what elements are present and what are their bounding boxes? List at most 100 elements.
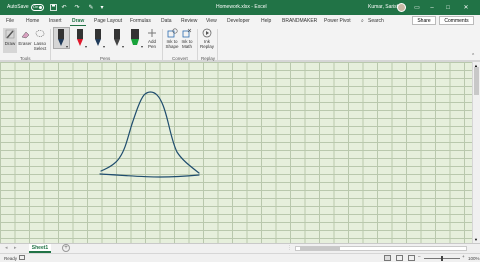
comments-button-label: Comments xyxy=(444,17,469,24)
pen-4-dropdown-icon[interactable]: ▾ xyxy=(122,44,124,49)
draw-tool-label: Draw xyxy=(4,41,16,46)
window-title: Homework.xlsx - Excel xyxy=(216,4,267,10)
zoom-out-icon[interactable]: – xyxy=(418,254,421,259)
pen-4-tip xyxy=(114,39,120,46)
highlighter-icon[interactable] xyxy=(130,29,140,47)
tab-view[interactable]: View xyxy=(206,18,217,24)
ink-to-math-icon xyxy=(182,28,191,38)
pen-1-dropdown-icon[interactable]: ▾ xyxy=(66,44,68,49)
ink-to-shape-label-2: Shape xyxy=(165,44,179,49)
minimize-icon[interactable]: – xyxy=(428,3,436,12)
ribbon-display-icon[interactable]: ▭ xyxy=(413,3,421,12)
share-button[interactable]: Share xyxy=(412,16,436,25)
pen-3-icon[interactable] xyxy=(94,29,102,47)
tab-developer[interactable]: Developer xyxy=(227,18,250,24)
pen-3-tip xyxy=(95,39,101,46)
autosave-state: On xyxy=(33,4,39,9)
draw-tool-button[interactable]: Draw xyxy=(3,28,17,53)
ink-to-shape-button[interactable]: Ink to Shape xyxy=(165,28,179,53)
undo-icon[interactable]: ↶ xyxy=(60,3,68,12)
ink-replay-label-2: Replay xyxy=(200,44,215,49)
add-pen-button[interactable]: Add Pen xyxy=(145,28,159,53)
eraser-icon xyxy=(21,31,30,39)
search-icon[interactable]: ⌕ xyxy=(361,18,364,24)
group-separator xyxy=(197,29,198,60)
tab-brandmaker[interactable]: BRANDMAKER xyxy=(282,18,317,24)
share-button-label: Share xyxy=(417,17,431,24)
save-icon[interactable] xyxy=(49,3,57,12)
customize-toolbar-icon[interactable]: ▾ xyxy=(99,3,105,12)
pen-1-tip xyxy=(58,39,64,46)
eraser-label: Eraser xyxy=(18,41,32,46)
status-ready: Ready xyxy=(4,256,18,261)
tab-draw[interactable]: Draw xyxy=(72,18,84,24)
lasso-icon xyxy=(35,30,45,37)
horizontal-scrollbar[interactable] xyxy=(295,246,467,251)
tab-page-layout[interactable]: Page Layout xyxy=(94,18,122,24)
status-bar: Ready – + 100% xyxy=(0,253,480,262)
vertical-scrollbar[interactable]: ▲ ▼ xyxy=(472,62,480,243)
tab-review[interactable]: Review xyxy=(181,18,197,24)
pen-4-icon[interactable] xyxy=(113,29,121,47)
pen-2-icon[interactable] xyxy=(76,29,84,47)
title-bar: AutoSave On ↶ ↷ ✎ ▾ Homework.xlsx - Exce… xyxy=(0,0,480,15)
highlighter-dropdown-icon[interactable]: ▾ xyxy=(141,44,143,49)
horizontal-scroll-split-icon[interactable]: ⋮ xyxy=(287,245,292,251)
lasso-label-2: Select xyxy=(33,46,47,51)
ink-to-math-label-2: Math xyxy=(181,44,192,49)
normal-view-icon[interactable] xyxy=(384,255,391,261)
zoom-in-icon[interactable]: + xyxy=(462,254,465,259)
scroll-down-icon[interactable]: ▼ xyxy=(474,237,478,242)
tab-data[interactable]: Data xyxy=(161,18,172,24)
ink-to-shape-icon xyxy=(167,28,178,38)
tab-power-pivot[interactable]: Power Pivot xyxy=(324,18,351,24)
group-separator xyxy=(217,29,218,60)
pen-2-tip xyxy=(77,39,83,46)
tab-home[interactable]: Home xyxy=(26,18,39,24)
eraser-button[interactable]: Eraser xyxy=(18,28,32,53)
lasso-select-button[interactable]: Lasso Select xyxy=(33,28,47,53)
page-break-view-icon[interactable] xyxy=(408,255,415,261)
tab-insert[interactable]: Insert xyxy=(49,18,62,24)
app-name: Excel xyxy=(254,4,267,10)
search-box[interactable]: Search xyxy=(368,18,384,24)
add-icon xyxy=(148,29,156,37)
ink-replay-button[interactable]: Ink Replay xyxy=(200,28,214,53)
tab-formulas[interactable]: Formulas xyxy=(130,18,151,24)
format-painter-icon[interactable]: ✎ xyxy=(86,3,96,12)
zoom-level[interactable]: 100% xyxy=(468,256,480,261)
add-pen-label-2: Pen xyxy=(147,44,156,49)
collapse-ribbon-icon[interactable]: ⌃ xyxy=(471,54,475,59)
redo-icon[interactable]: ↷ xyxy=(73,3,81,12)
sheet-tab-sheet1[interactable]: Sheet1 xyxy=(29,244,51,253)
pen-1-icon[interactable] xyxy=(57,29,65,47)
pen-2-dropdown-icon[interactable]: ▾ xyxy=(85,44,87,49)
file-name: Homework.xlsx xyxy=(216,4,250,10)
maximize-icon[interactable]: □ xyxy=(444,3,452,12)
worksheet-grid[interactable] xyxy=(0,62,472,243)
sheet-tab-label: Sheet1 xyxy=(31,244,49,251)
pen-3-dropdown-icon[interactable]: ▾ xyxy=(103,44,105,49)
zoom-slider-thumb[interactable] xyxy=(441,256,443,261)
next-sheet-icon[interactable]: ▸ xyxy=(14,245,17,251)
highlighter-tip xyxy=(131,39,139,45)
prev-sheet-icon[interactable]: ◂ xyxy=(5,245,8,251)
sheet-tab-bar: ◂ ▸ Sheet1 + ⋮ xyxy=(0,243,480,253)
vertical-scroll-thumb[interactable] xyxy=(474,67,479,95)
group-separator xyxy=(50,29,51,60)
tab-help[interactable]: Help xyxy=(261,18,271,24)
close-icon[interactable]: ✕ xyxy=(462,3,470,12)
autosave-label: AutoSave xyxy=(7,4,29,10)
ink-replay-icon xyxy=(202,28,212,38)
macro-record-icon[interactable] xyxy=(19,255,25,260)
horizontal-scroll-thumb[interactable] xyxy=(300,247,340,250)
ink-to-math-button[interactable]: Ink to Math xyxy=(180,28,194,53)
add-sheet-icon[interactable]: + xyxy=(62,244,70,252)
comments-button[interactable]: Comments xyxy=(439,16,474,25)
avatar[interactable] xyxy=(397,3,406,12)
pen-cursor-icon xyxy=(5,29,15,39)
zoom-slider[interactable] xyxy=(424,256,460,261)
tab-file[interactable]: File xyxy=(6,18,14,24)
group-separator xyxy=(162,29,163,60)
page-layout-view-icon[interactable] xyxy=(396,255,403,261)
